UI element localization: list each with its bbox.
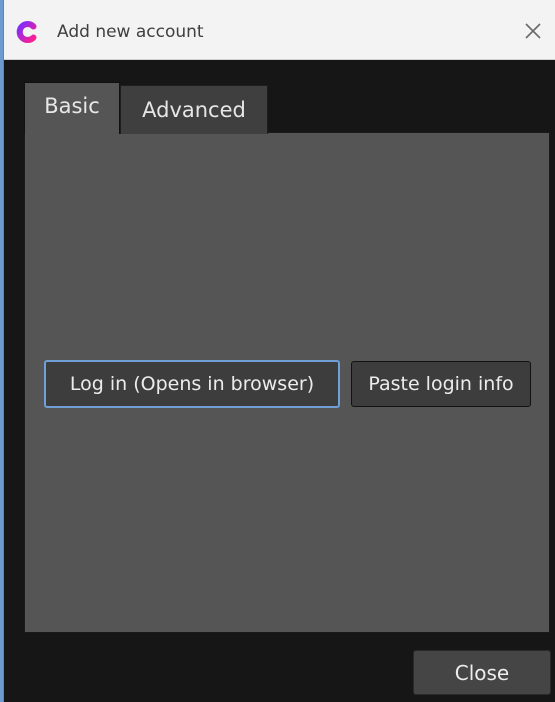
tab-basic[interactable]: Basic — [24, 82, 120, 134]
app-logo-icon — [16, 21, 37, 43]
login-button[interactable]: Log in (Opens in browser) — [44, 360, 340, 408]
add-account-dialog: Add new account Basic Advanced Log in (O… — [3, 0, 555, 702]
basic-tab-panel: Log in (Opens in browser) Paste login in… — [24, 132, 550, 633]
title-bar: Add new account — [4, 0, 555, 60]
paste-login-info-button[interactable]: Paste login info — [351, 361, 531, 407]
window-title: Add new account — [57, 22, 204, 42]
tab-advanced[interactable]: Advanced — [120, 85, 268, 134]
close-button[interactable]: Close — [413, 650, 551, 695]
close-icon[interactable] — [510, 10, 555, 52]
